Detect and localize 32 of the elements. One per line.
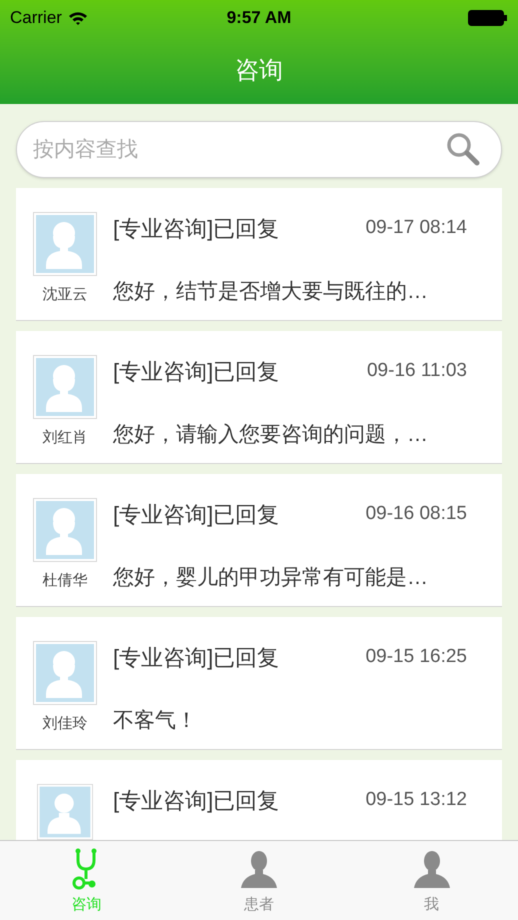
consultation-time: 09-15 16:25 [366, 645, 467, 670]
patient-name: 杜倩华 [42, 571, 88, 591]
consultation-card[interactable]: 杜倩华 [专业咨询]已回复 09-16 08:15 您好，婴儿的甲功异常有可能是… [16, 474, 502, 607]
consultation-time: 09-16 08:15 [366, 502, 467, 526]
message-preview: 您好，婴儿的甲功异常有可能是… [113, 565, 429, 591]
patient-name: 沈亚云 [42, 285, 88, 305]
patient-name: 刘红肖 [42, 428, 88, 448]
consultation-card[interactable]: 刘红肖 [专业咨询]已回复 09-16 11:03 您好，请输入您要咨询的问题，… [16, 331, 502, 464]
consultation-time: 09-17 08:14 [366, 216, 467, 240]
consultation-title: [专业咨询]已回复 [113, 501, 280, 529]
message-preview: 不客气！ [113, 708, 198, 734]
consultation-title: [专业咨询]已回复 [113, 644, 280, 672]
wifi-icon [68, 11, 88, 25]
message-preview: 您好，结节是否增大要与既往的… [113, 279, 429, 305]
search-icon[interactable] [446, 132, 480, 166]
status-time: 9:57 AM [226, 7, 292, 30]
patient-name: 刘佳玲 [42, 714, 88, 734]
battery-icon [468, 10, 508, 26]
consultation-card[interactable]: [专业咨询]已回复 09-15 13:12 [16, 760, 502, 840]
consultation-card[interactable]: 刘佳玲 [专业咨询]已回复 09-15 16:25 不客气！ [16, 617, 502, 750]
consultation-time: 09-15 13:12 [366, 788, 467, 812]
screen-title: 咨询 [235, 55, 283, 86]
person-icon [240, 850, 278, 890]
consultation-card[interactable]: 沈亚云 [专业咨询]已回复 09-17 08:14 您好，结节是否增大要与既往的… [16, 188, 502, 321]
consultation-title: [专业咨询]已回复 [113, 787, 280, 815]
message-preview: 您好，请输入您要咨询的问题，… [113, 422, 429, 448]
carrier-text: Carrier [10, 7, 62, 30]
consultation-time: 09-16 11:03 [366, 359, 467, 384]
person-icon [412, 850, 451, 890]
consultation-title: [专业咨询]已回复 [113, 358, 280, 386]
search-field[interactable]: 按内容查找 [16, 121, 502, 178]
consultation-title: [专业咨询]已回复 [113, 215, 280, 243]
